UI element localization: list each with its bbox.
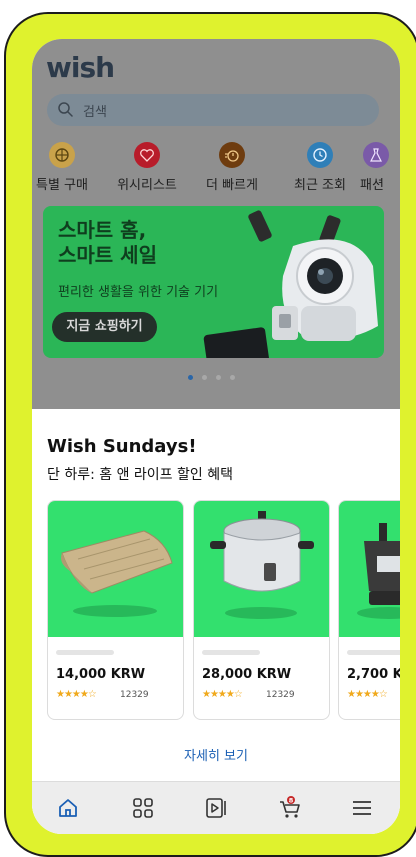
mat-icon	[61, 530, 173, 617]
cart-icon: 8	[280, 796, 300, 818]
search-input[interactable]: 검색	[47, 94, 379, 126]
product-card[interactable]: 28,000 KRW ★★★★☆ 12329	[193, 500, 330, 720]
nav-cart[interactable]: 8	[278, 796, 302, 820]
product-price: 2,700 KRW	[347, 667, 400, 682]
star-rating-icon: ★★★★☆	[56, 689, 97, 700]
video-icon	[206, 798, 226, 818]
promo-sheet: Wish Sundays! 단 하루: 홈 앤 라이프 할인 혜택 14,000…	[32, 409, 400, 834]
star-rating-icon: ★★★★☆	[202, 689, 243, 700]
category-label: 더 빠르게	[206, 178, 258, 193]
category-wishlist[interactable]: 위시리스트	[109, 142, 185, 193]
carousel-indicator	[188, 375, 248, 383]
category-label: 패션	[360, 178, 384, 193]
promo-banner[interactable]: 스마트 홈, 스마트 세일 편리한 생활을 위한 기술 기기 지금 쇼핑하기	[43, 206, 384, 358]
review-count: 12329	[266, 690, 295, 700]
carousel-dot[interactable]	[230, 375, 235, 380]
app-screen: wish 검색 특별 구매 위시리스트 더 빠르게 최근 조회 패션 스마트 홈…	[32, 39, 400, 834]
promo-subtitle: 단 하루: 홈 앤 라이프 할인 혜택	[47, 467, 233, 483]
special-deal-icon	[49, 142, 75, 168]
wish-logo: wish	[46, 51, 115, 84]
menu-icon	[353, 801, 371, 815]
star-rating-icon: ★★★★☆	[347, 689, 388, 700]
category-special-deal[interactable]: 특별 구매	[32, 142, 100, 193]
carousel-dot[interactable]	[216, 375, 221, 380]
product-image	[48, 501, 183, 637]
clock-icon	[307, 142, 333, 168]
grid-icon	[133, 798, 153, 818]
product-title-placeholder	[347, 650, 400, 655]
rice-cooker-icon	[210, 511, 314, 619]
nav-video[interactable]	[204, 796, 228, 820]
product-card[interactable]: 2,700 KRW ★★★★☆	[338, 500, 400, 720]
category-faster[interactable]: 더 빠르게	[194, 142, 270, 193]
nav-menu[interactable]	[350, 796, 374, 820]
product-image	[194, 501, 329, 637]
category-label: 최근 조회	[294, 178, 346, 193]
bottom-nav: 8	[32, 781, 400, 834]
smart-devices-illustration	[203, 210, 378, 358]
search-placeholder: 검색	[83, 105, 107, 120]
promo-title: Wish Sundays!	[47, 436, 197, 457]
cart-badge: 8	[289, 797, 294, 805]
see-more-link[interactable]: 자세히 보기	[32, 745, 400, 764]
product-title-placeholder	[56, 650, 114, 655]
fast-delivery-icon	[219, 142, 245, 168]
category-recent[interactable]: 최근 조회	[282, 142, 358, 193]
banner-title: 스마트 홈, 스마트 세일	[58, 218, 157, 268]
home-icon	[59, 799, 77, 817]
carousel-dot-active[interactable]	[188, 375, 193, 380]
device-frame: wish 검색 특별 구매 위시리스트 더 빠르게 최근 조회 패션 스마트 홈…	[4, 12, 416, 857]
shop-now-button[interactable]: 지금 쇼핑하기	[52, 312, 157, 342]
product-price: 28,000 KRW	[202, 667, 292, 682]
product-price: 14,000 KRW	[56, 667, 146, 682]
blender-icon	[357, 523, 400, 619]
category-label: 특별 구매	[36, 178, 88, 193]
category-label: 위시리스트	[117, 178, 177, 193]
category-row: 특별 구매 위시리스트 더 빠르게 최근 조회 패션	[32, 142, 400, 193]
banner-title-line1: 스마트 홈,	[58, 218, 147, 242]
dimmed-background[interactable]: wish 검색 특별 구매 위시리스트 더 빠르게 최근 조회 패션 스마트 홈…	[32, 39, 400, 409]
nav-home[interactable]	[56, 796, 80, 820]
heart-icon	[134, 142, 160, 168]
category-fashion[interactable]: 패션	[348, 142, 400, 193]
nav-categories[interactable]	[131, 796, 155, 820]
product-title-placeholder	[202, 650, 260, 655]
dress-icon	[363, 142, 389, 168]
product-image	[339, 501, 400, 637]
banner-title-line2: 스마트 세일	[58, 243, 157, 267]
product-card[interactable]: 14,000 KRW ★★★★☆ 12329	[47, 500, 184, 720]
carousel-dot[interactable]	[202, 375, 207, 380]
review-count: 12329	[120, 690, 149, 700]
search-icon	[58, 102, 73, 117]
